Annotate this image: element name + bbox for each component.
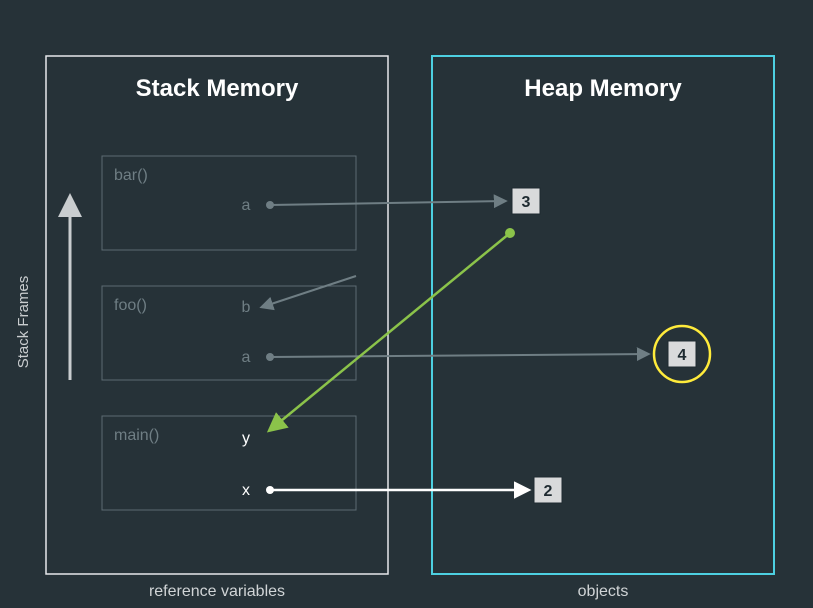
stack-panel: Stack Memory reference variables [46, 56, 388, 600]
heap-value-3: 3 [522, 194, 531, 211]
memory-diagram: Stack Frames Stack Memory reference vari… [0, 0, 813, 608]
frame-main: main() y x [102, 416, 356, 510]
heap-value-2: 2 [544, 483, 553, 500]
frame-label-bar: bar() [114, 167, 148, 184]
var-foo-b: b [242, 299, 251, 316]
pointer-foo-b [262, 276, 356, 307]
stack-frames-axis: Stack Frames [15, 205, 70, 380]
heap-caption: objects [578, 583, 629, 600]
frame-bar: bar() a [102, 156, 356, 250]
heap-obj-4: 4 [654, 326, 710, 382]
pointer-foo-a [270, 354, 648, 357]
frame-foo: foo() b a [102, 286, 356, 380]
stack-caption: reference variables [149, 583, 285, 600]
var-main-y: y [242, 430, 250, 447]
pointer-y-to-3 [270, 228, 515, 430]
heap-obj-3: 3 [512, 188, 540, 214]
var-foo-a: a [242, 349, 251, 366]
frame-label-main: main() [114, 427, 159, 444]
heap-title: Heap Memory [524, 75, 682, 102]
heap-value-4: 4 [678, 347, 687, 364]
var-main-x: x [242, 482, 250, 499]
axis-label: Stack Frames [15, 276, 32, 369]
heap-panel: Heap Memory objects [432, 56, 774, 600]
var-bar-a: a [242, 197, 251, 214]
heap-obj-2: 2 [534, 477, 562, 503]
stack-title: Stack Memory [136, 75, 299, 102]
frame-label-foo: foo() [114, 297, 147, 314]
